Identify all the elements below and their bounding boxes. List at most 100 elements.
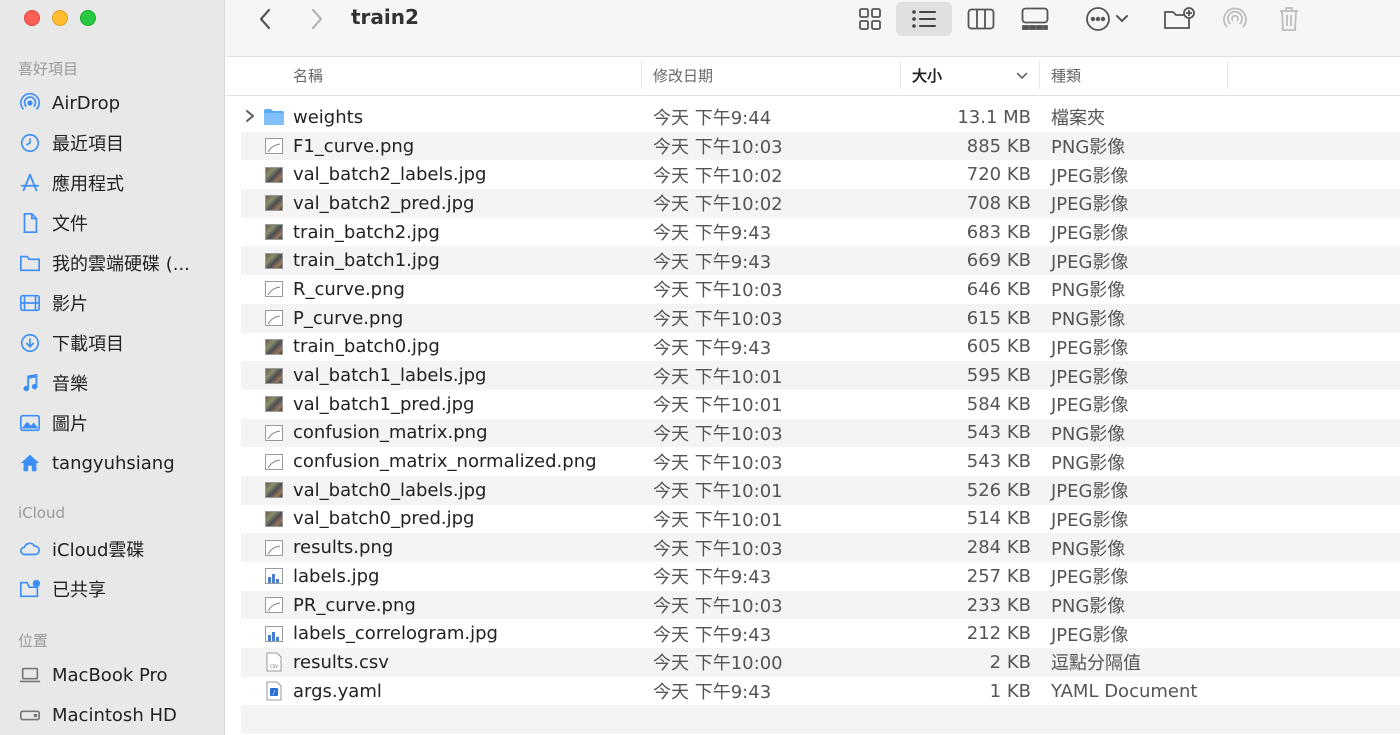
file-size: 1 KB xyxy=(989,680,1031,702)
sidebar-section-title: iCloud xyxy=(18,504,66,522)
clock-icon xyxy=(18,131,42,155)
file-name: confusion_matrix_normalized.png xyxy=(293,451,597,473)
sidebar-item-label: 文件 xyxy=(52,214,88,235)
column-name-header[interactable]: 名稱 xyxy=(293,65,323,86)
file-row[interactable]: CSV results.csv 今天 下午10:00 2 KB 逗點分隔值 xyxy=(241,648,1400,677)
file-row[interactable]: train_batch2.jpg 今天 下午9:43 683 KB JPEG影像 xyxy=(241,218,1400,247)
file-row[interactable]: R_curve.png 今天 下午10:03 646 KB PNG影像 xyxy=(241,275,1400,304)
column-divider[interactable] xyxy=(900,61,901,89)
list-view-button[interactable] xyxy=(896,2,952,36)
file-row[interactable]: / args.yaml 今天 下午9:43 1 KB YAML Document xyxy=(241,677,1400,706)
sidebar-item[interactable]: 影片 xyxy=(18,288,218,318)
file-row[interactable]: val_batch2_labels.jpg 今天 下午10:02 720 KB JPE… xyxy=(241,160,1400,189)
file-row[interactable]: labels_correlogram.jpg 今天 下午9:43 212 KB JPE… xyxy=(241,619,1400,648)
file-size: 543 KB xyxy=(966,451,1031,473)
file-row[interactable]: PR_curve.png 今天 下午10:03 233 KB PNG影像 xyxy=(241,590,1400,620)
file-kind: JPEG影像 xyxy=(1051,481,1129,503)
file-kind: JPEG影像 xyxy=(1051,366,1129,388)
forward-button[interactable] xyxy=(304,4,330,34)
close-window-button[interactable] xyxy=(24,10,40,26)
minimize-window-button[interactable] xyxy=(52,10,68,26)
airdrop-button[interactable] xyxy=(1218,4,1252,34)
back-button[interactable] xyxy=(252,4,278,34)
film-icon xyxy=(18,291,42,315)
file-name: labels.jpg xyxy=(293,565,380,587)
gallery-view-button[interactable] xyxy=(1018,4,1052,34)
sidebar-item[interactable]: 最近項目 xyxy=(18,128,218,158)
document-icon xyxy=(18,211,42,235)
sidebar-item[interactable]: Macintosh HD xyxy=(18,700,218,730)
file-date: 今天 下午9:43 xyxy=(653,223,772,245)
disclosure-triangle-icon[interactable] xyxy=(245,109,257,126)
sidebar-item-label: 最近項目 xyxy=(52,134,124,155)
column-divider[interactable] xyxy=(1227,61,1228,89)
svg-text:CSV: CSV xyxy=(270,664,278,669)
sidebar-item[interactable]: 圖片 xyxy=(18,408,218,438)
file-row[interactable]: F1_curve.png 今天 下午10:03 885 KB PNG影像 xyxy=(241,131,1400,161)
file-list: weights 今天 下午9:44 13.1 MB 檔案夾 F1_curve.png 今天… xyxy=(241,103,1400,735)
column-view-button[interactable] xyxy=(964,4,998,34)
sidebar-item[interactable]: 音樂 xyxy=(18,368,218,398)
file-name: F1_curve.png xyxy=(293,135,415,157)
icon-view-button[interactable] xyxy=(854,4,886,34)
sidebar-item[interactable]: 文件 xyxy=(18,208,218,238)
chevron-down-icon xyxy=(1116,15,1128,23)
file-row[interactable]: val_batch2_pred.jpg 今天 下午10:02 708 KB JPEG影… xyxy=(241,189,1400,218)
sidebar-item[interactable]: AirDrop xyxy=(18,88,218,118)
file-size: 284 KB xyxy=(966,537,1031,559)
photo-icon xyxy=(18,411,42,435)
file-name: val_batch0_labels.jpg xyxy=(293,479,487,501)
new-folder-button[interactable] xyxy=(1162,4,1196,34)
file-row[interactable]: train_batch0.jpg 今天 下午9:43 605 KB JPEG影像 xyxy=(241,333,1400,362)
zoom-window-button[interactable] xyxy=(80,10,96,26)
file-row[interactable]: labels.jpg 今天 下午9:43 257 KB JPEG影像 xyxy=(241,562,1400,591)
file-png-icon xyxy=(263,423,285,443)
file-size: 615 KB xyxy=(966,307,1031,329)
file-name: R_curve.png xyxy=(293,278,405,300)
file-row[interactable]: confusion_matrix.png 今天 下午10:03 543 KB PNG影… xyxy=(241,418,1400,448)
file-row[interactable]: results.png 今天 下午10:03 284 KB PNG影像 xyxy=(241,533,1400,562)
file-date: 今天 下午10:03 xyxy=(653,452,783,474)
file-row[interactable]: confusion_matrix_normalized.png 今天 下午10:0… xyxy=(241,447,1400,476)
list-icon xyxy=(912,10,936,28)
column-kind-header[interactable]: 種類 xyxy=(1051,65,1081,86)
sort-descending-icon[interactable] xyxy=(1016,67,1028,85)
sidebar-item[interactable]: 應用程式 xyxy=(18,168,218,198)
file-row[interactable]: val_batch0_labels.jpg 今天 下午10:01 526 KB JPE… xyxy=(241,475,1400,505)
sidebar-item[interactable]: iCloud雲碟 xyxy=(18,534,218,564)
file-kind: JPEG影像 xyxy=(1051,251,1129,273)
airdrop-icon xyxy=(1223,7,1247,28)
grid-icon xyxy=(859,8,881,30)
more-actions-button[interactable] xyxy=(1082,4,1132,34)
file-png-icon xyxy=(263,279,285,299)
file-date: 今天 下午9:43 xyxy=(653,624,772,646)
file-photo-icon xyxy=(263,337,285,357)
file-date: 今天 下午10:03 xyxy=(653,423,783,445)
sidebar-item-label: 影片 xyxy=(52,294,88,315)
column-size-header[interactable]: 大小 xyxy=(912,65,942,86)
column-header: 名稱 修改日期 大小 種類 xyxy=(226,57,1400,96)
file-name: val_batch1_labels.jpg xyxy=(293,365,487,387)
sidebar-item[interactable]: tangyuhsiang xyxy=(18,448,218,478)
file-name: args.yaml xyxy=(293,680,382,702)
sidebar-item[interactable]: 已共享 xyxy=(18,574,218,604)
file-row[interactable]: val_batch0_pred.jpg 今天 下午10:01 514 KB JPEG影… xyxy=(241,505,1400,534)
file-date: 今天 下午10:01 xyxy=(653,366,783,388)
sidebar-item[interactable]: 下載項目 xyxy=(18,328,218,358)
sidebar-section-title: 喜好項目 xyxy=(18,60,79,78)
music-icon xyxy=(18,371,42,395)
file-row[interactable]: train_batch1.jpg 今天 下午9:43 669 KB JPEG影像 xyxy=(241,246,1400,276)
sidebar-item[interactable]: MacBook Pro xyxy=(18,660,218,690)
sidebar-item[interactable]: 我的雲端硬碟 (... xyxy=(18,248,218,278)
column-date-header[interactable]: 修改日期 xyxy=(653,65,713,86)
file-date: 今天 下午10:03 xyxy=(653,538,783,560)
file-row[interactable]: val_batch1_pred.jpg 今天 下午10:01 584 KB JPEG影… xyxy=(241,390,1400,419)
column-divider[interactable] xyxy=(1039,61,1040,89)
trash-icon xyxy=(1280,7,1298,31)
column-divider[interactable] xyxy=(641,61,642,89)
file-row[interactable]: val_batch1_labels.jpg 今天 下午10:01 595 KB JPE… xyxy=(241,361,1400,390)
file-row[interactable]: weights 今天 下午9:44 13.1 MB 檔案夾 xyxy=(241,103,1400,132)
trash-button[interactable] xyxy=(1274,4,1304,34)
file-row[interactable]: P_curve.png 今天 下午10:03 615 KB PNG影像 xyxy=(241,303,1400,333)
file-date: 今天 下午10:00 xyxy=(653,653,783,675)
